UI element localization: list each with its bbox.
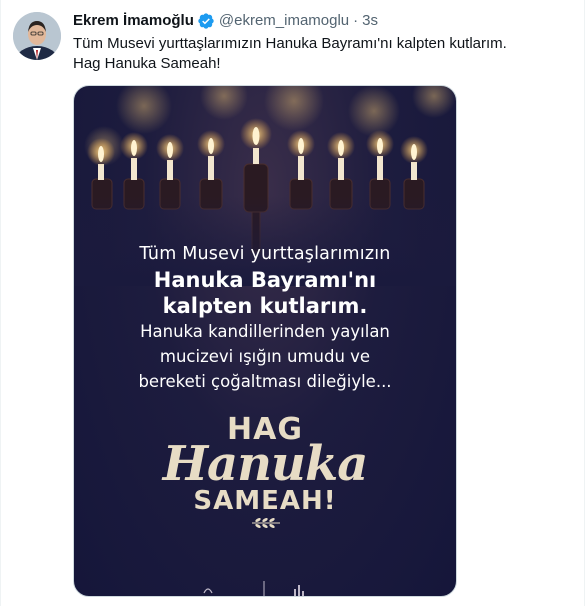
tweet-text-line: Tüm Musevi yurttaşlarımızın Hanuka Bayra… [73,35,507,52]
tweet-header: Ekrem İmamoğlu @ekrem_imamoglu · 3s [73,11,378,31]
card-sameah-text: SAMEAH! [193,486,337,516]
card-hanuka-text: Hanuka [162,436,369,492]
separator-dot: · [353,12,359,29]
verified-badge-icon [197,12,215,30]
card-greeting-line: bereketi çoğaltması dileğiyle... [138,372,392,391]
author-name[interactable]: Ekrem İmamoğlu [73,11,194,31]
card-footer-logos-icon [203,581,304,596]
avatar[interactable] [13,12,61,60]
olive-sprig-icon [252,518,280,528]
tweet-text: Tüm Musevi yurttaşlarımızın Hanuka Bayra… [73,34,563,74]
card-greeting-line: Hanuka kandillerinden yayılan [140,322,390,341]
avatar-image [13,12,61,60]
card-greeting-line: kalpten kutlarım. [162,294,368,318]
author-handle[interactable]: @ekrem_imamoglu [219,11,349,31]
tweet-timestamp[interactable]: 3s [362,11,378,31]
tweet-media-image[interactable]: Tüm Musevi yurttaşlarımızın Hanuka Bayra… [73,85,457,597]
card-greeting-line: mucizevi ışığın umudu ve [159,347,371,366]
card-greeting-line: Hanuka Bayramı'nı [153,268,377,292]
tweet[interactable]: Ekrem İmamoğlu @ekrem_imamoglu · 3s Tüm … [0,0,585,606]
card-greeting-line: Tüm Musevi yurttaşlarımızın [139,244,391,264]
tweet-text-line: Hag Hanuka Sameah! [73,55,221,72]
